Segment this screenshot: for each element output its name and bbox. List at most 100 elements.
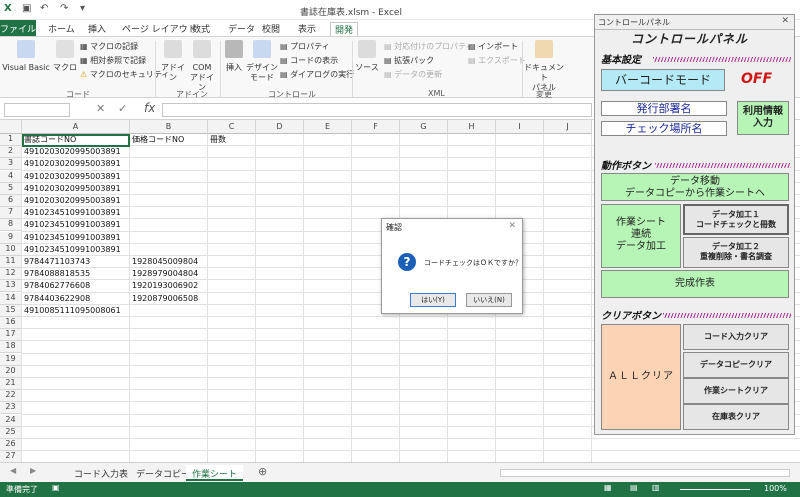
document-panel-button[interactable]: ドキュメント パネル (524, 40, 564, 93)
row-header[interactable]: 9 (0, 231, 22, 244)
row-header[interactable]: 19 (0, 353, 22, 366)
export-button[interactable]: ▤ エクスポート (468, 55, 526, 66)
view-code-button[interactable]: ▤ コードの表示 (280, 55, 338, 66)
tab-insert[interactable]: 挿入 (88, 22, 106, 35)
table-cell[interactable] (208, 305, 256, 317)
table-cell[interactable] (130, 427, 208, 439)
table-cell[interactable] (130, 183, 208, 195)
barcode-mode-button[interactable]: バーコードモード (601, 69, 725, 91)
table-cell[interactable]: 4910203020995003891 (22, 195, 130, 207)
code-input-clear-button[interactable]: コード入力クリア (683, 324, 789, 350)
column-header[interactable]: I (496, 120, 544, 134)
table-cell[interactable] (130, 415, 208, 427)
row-header[interactable]: 1 (0, 134, 22, 146)
formula-input[interactable] (162, 103, 592, 117)
select-all-corner[interactable] (0, 120, 22, 134)
dialog-close-icon[interactable]: ✕ (508, 221, 516, 231)
row-header[interactable]: 21 (0, 378, 22, 390)
table-cell[interactable] (130, 195, 208, 207)
data-process-1-button[interactable]: データ加工１ コードチェックと冊数 (683, 204, 789, 235)
table-cell[interactable] (22, 329, 130, 341)
table-cell[interactable] (130, 219, 208, 231)
enter-icon[interactable]: ✓ (118, 102, 127, 115)
page-layout-view-icon[interactable]: ▤ (630, 483, 638, 492)
table-cell[interactable] (22, 378, 130, 390)
row-header[interactable]: 17 (0, 329, 22, 342)
sheet-tab-code-input[interactable]: コード入力表 (68, 465, 134, 481)
table-cell[interactable] (130, 378, 208, 390)
refresh-data-button[interactable]: ▤ データの更新 (384, 69, 442, 80)
import-button[interactable]: ▤ インポート (468, 41, 518, 52)
table-cell[interactable] (208, 280, 256, 292)
table-cell[interactable] (22, 354, 130, 366)
table-cell[interactable] (130, 402, 208, 414)
table-cell[interactable] (208, 329, 256, 341)
table-cell[interactable] (22, 317, 130, 329)
no-button[interactable]: いいえ(N) (466, 293, 512, 307)
table-cell[interactable]: 4910203020995003891 (22, 171, 130, 183)
table-cell[interactable] (208, 439, 256, 451)
table-cell[interactable] (22, 402, 130, 414)
table-cell[interactable] (22, 390, 130, 402)
add-sheet-icon[interactable]: ⊕ (258, 465, 267, 478)
properties-button[interactable]: ▤ プロパティ (280, 41, 330, 52)
table-cell[interactable] (208, 341, 256, 353)
table-cell[interactable] (130, 451, 208, 462)
table-cell[interactable]: 9784403622908 (22, 293, 130, 305)
tab-review[interactable]: 校閲 (262, 22, 280, 35)
design-mode-button[interactable]: デザイン モード (246, 40, 278, 83)
addin-button[interactable]: アドイン (158, 40, 188, 83)
table-cell[interactable] (22, 341, 130, 353)
table-cell[interactable] (130, 171, 208, 183)
scroll-right-icon[interactable]: ▶ (30, 466, 36, 475)
table-cell[interactable] (208, 219, 256, 231)
table-cell[interactable]: 4910203020995003891 (22, 158, 130, 170)
column-header[interactable]: D (256, 120, 304, 134)
table-cell[interactable] (208, 256, 256, 268)
table-cell[interactable]: 冊数 (208, 134, 256, 146)
work-sheet-clear-button[interactable]: 作業シートクリア (683, 378, 789, 404)
record-macro-button[interactable]: ▦ マクロの記録 (80, 41, 138, 52)
stock-table-clear-button[interactable]: 在庫表クリア (683, 404, 789, 430)
table-cell[interactable] (208, 451, 256, 462)
table-cell[interactable] (130, 244, 208, 256)
map-properties-button[interactable]: ▤ 対応付けのプロパティ (384, 41, 474, 52)
table-cell[interactable] (22, 415, 130, 427)
row-header[interactable]: 11 (0, 256, 22, 268)
tab-home[interactable]: ホーム (48, 22, 75, 35)
table-cell[interactable] (130, 329, 208, 341)
cancel-icon[interactable]: ✕ (96, 102, 105, 115)
check-place-field[interactable]: チェック場所名 (601, 121, 727, 136)
expansion-pack-button[interactable]: ▤ 拡張パック (384, 55, 434, 66)
function-icon[interactable]: fx (144, 101, 155, 115)
row-header[interactable]: 16 (0, 317, 22, 329)
row-header[interactable]: 25 (0, 426, 22, 439)
table-cell[interactable] (22, 439, 130, 451)
table-cell[interactable]: 4910203020995003891 (22, 146, 130, 158)
table-cell[interactable]: 4910085111095008061 (22, 305, 130, 317)
redo-icon[interactable]: ↷ (60, 3, 68, 14)
yes-button[interactable]: はい(Y) (410, 293, 456, 307)
table-cell[interactable] (208, 378, 256, 390)
row-header[interactable]: 7 (0, 207, 22, 220)
row-header[interactable]: 3 (0, 158, 22, 171)
table-cell[interactable] (22, 427, 130, 439)
page-break-view-icon[interactable]: ▥ (652, 483, 660, 492)
row-header[interactable]: 26 (0, 439, 22, 451)
relative-ref-button[interactable]: ▦ 相対参照で記録 (80, 55, 146, 66)
table-cell[interactable]: 1928045009804 (130, 256, 208, 268)
insert-control-button[interactable]: 挿入 (222, 40, 246, 73)
table-cell[interactable] (130, 146, 208, 158)
column-header[interactable]: A (22, 120, 130, 134)
zoom-slider[interactable] (680, 489, 750, 490)
table-cell[interactable] (130, 232, 208, 244)
all-clear-button[interactable]: ＡＬＬクリア (601, 324, 681, 430)
table-cell[interactable]: 価格コードNO (130, 134, 208, 146)
table-cell[interactable] (208, 415, 256, 427)
table-cell[interactable] (130, 354, 208, 366)
panel-close-icon[interactable]: ✕ (781, 16, 789, 26)
row-header[interactable]: 18 (0, 341, 22, 354)
row-header[interactable]: 20 (0, 365, 22, 378)
table-cell[interactable] (208, 158, 256, 170)
table-cell[interactable]: 4910234510991003891 (22, 219, 130, 231)
